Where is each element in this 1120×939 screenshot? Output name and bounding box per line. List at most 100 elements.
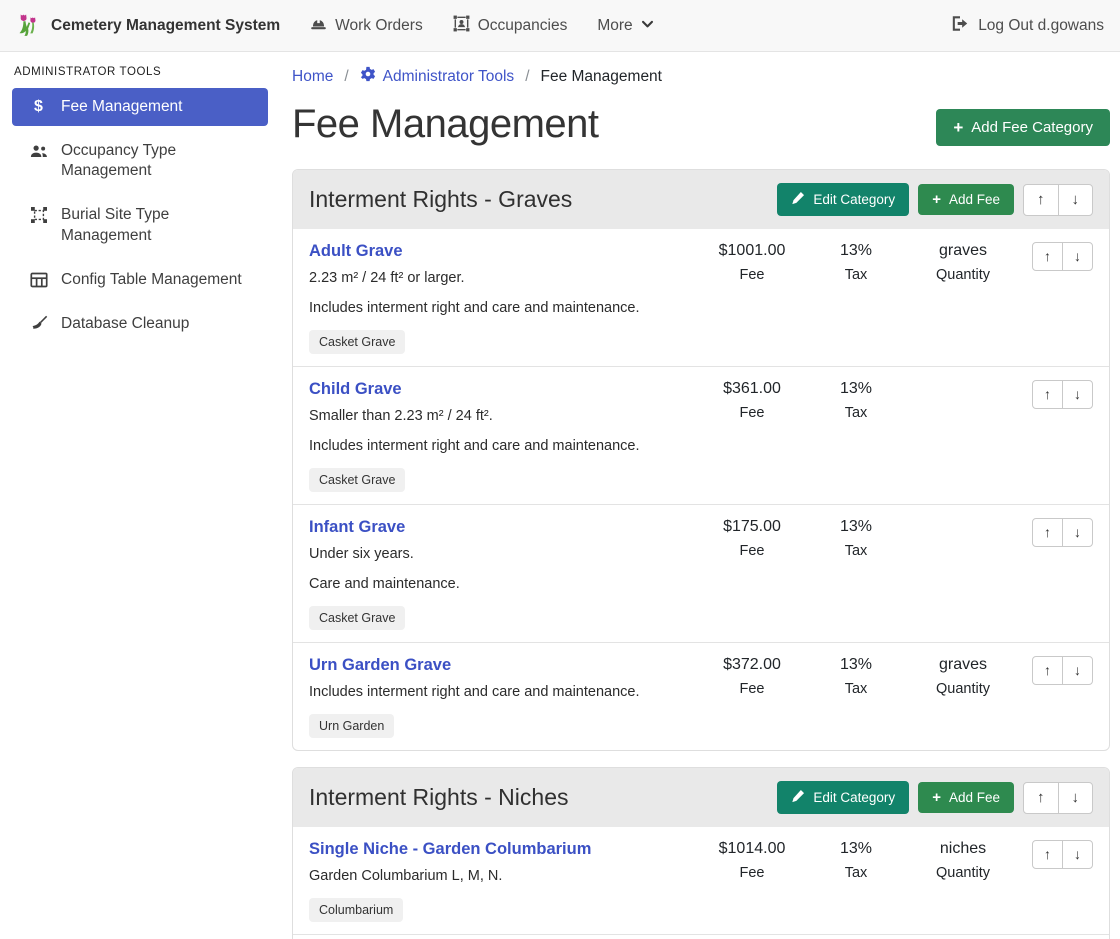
fee-name-link[interactable]: Urn Garden Grave bbox=[309, 656, 451, 675]
fee-amount-label: Fee bbox=[700, 681, 804, 697]
fee-main: Infant GraveUnder six years.Care and mai… bbox=[309, 518, 700, 630]
arrow-up-icon: ↑ bbox=[1037, 191, 1045, 209]
fee-tax-label: Tax bbox=[804, 543, 908, 559]
sidebar-item-burial-site-type-management[interactable]: Burial Site Type Management bbox=[12, 196, 268, 254]
arrow-up-icon: ↑ bbox=[1037, 789, 1045, 807]
fee-quantity-col: gravesQuantity bbox=[908, 656, 1018, 697]
fee-amount-col: $1001.00Fee bbox=[700, 242, 804, 283]
fee-row-child-grave: Child GraveSmaller than 2.23 m² / 24 ft²… bbox=[293, 367, 1109, 505]
pencil-icon bbox=[791, 191, 805, 208]
sidebar-item-label: Occupancy Type Management bbox=[61, 141, 260, 181]
move-fee-up-button[interactable]: ↑ bbox=[1032, 242, 1063, 271]
nav-occupancies[interactable]: Occupancies bbox=[453, 15, 568, 37]
fee-reorder-group: ↑↓ bbox=[1032, 518, 1093, 547]
move-fee-up-button[interactable]: ↑ bbox=[1032, 840, 1063, 869]
fee-amount-label: Fee bbox=[700, 267, 804, 283]
fee-quantity-value: niches bbox=[908, 840, 1018, 858]
edit-category-button[interactable]: Edit Category bbox=[777, 183, 909, 216]
nav-more[interactable]: More bbox=[597, 16, 653, 36]
fee-reorder-group: ↑↓ bbox=[1032, 242, 1093, 271]
users-icon bbox=[29, 142, 48, 160]
fee-description: Under six years. bbox=[309, 544, 692, 565]
fee-quantity-label: Quantity bbox=[908, 267, 1018, 283]
page-title: Fee Management bbox=[292, 101, 599, 147]
fee-tax-value: 13% bbox=[804, 380, 908, 398]
move-category-up-button[interactable]: ↑ bbox=[1023, 782, 1059, 814]
fee-type-badge: Columbarium bbox=[309, 898, 403, 922]
arrow-down-icon: ↓ bbox=[1074, 524, 1081, 541]
move-fee-down-button[interactable]: ↓ bbox=[1062, 518, 1093, 547]
app-title: Cemetery Management System bbox=[51, 17, 280, 35]
sidebar-item-label: Config Table Management bbox=[61, 270, 242, 290]
arrow-up-icon: ↑ bbox=[1044, 248, 1051, 265]
fee-description: Includes interment right and care and ma… bbox=[309, 436, 692, 457]
fee-category-card-interment-rights-graves: Interment Rights - GravesEdit Category+A… bbox=[292, 169, 1110, 751]
broom-icon bbox=[29, 315, 48, 333]
move-fee-down-button[interactable]: ↓ bbox=[1062, 380, 1093, 409]
fee-name-link[interactable]: Adult Grave bbox=[309, 242, 403, 261]
category-title: Interment Rights - Niches bbox=[309, 784, 568, 811]
logout-button[interactable]: Log Out d.gowans bbox=[951, 15, 1104, 37]
fee-category-card-interment-rights-niches: Interment Rights - Niches Edit Category +A… bbox=[292, 767, 1110, 939]
fee-tax-label: Tax bbox=[804, 865, 908, 881]
fee-row-infant-grave: Infant GraveUnder six years.Care and mai… bbox=[293, 505, 1109, 643]
fee-type-badge: Urn Garden bbox=[309, 714, 394, 738]
arrow-down-icon: ↓ bbox=[1072, 789, 1080, 807]
hard-hat-icon bbox=[310, 15, 327, 37]
fee-quantity-label: Quantity bbox=[908, 865, 1018, 881]
fee-name-link[interactable]: Child Grave bbox=[309, 380, 402, 399]
arrow-down-icon: ↓ bbox=[1074, 662, 1081, 679]
fee-reorder-group: ↑↓ bbox=[1032, 840, 1093, 869]
admin-sidebar: ADMINISTRATOR TOOLS $Fee ManagementOccup… bbox=[0, 52, 280, 939]
move-fee-up-button[interactable]: ↑ bbox=[1032, 518, 1063, 547]
fee-tax-label: Tax bbox=[804, 681, 908, 697]
edit-category-button[interactable]: Edit Category bbox=[777, 781, 909, 814]
arrow-down-icon: ↓ bbox=[1074, 846, 1081, 863]
move-fee-down-button[interactable]: ↓ bbox=[1062, 242, 1093, 271]
sign-out-icon bbox=[951, 15, 969, 37]
fee-amount-col: $361.00Fee bbox=[700, 380, 804, 421]
sidebar-item-database-cleanup[interactable]: Database Cleanup bbox=[12, 305, 268, 343]
category-actions: Edit Category +Add Fee ↑ ↓ bbox=[777, 781, 1093, 814]
add-fee-button[interactable]: +Add Fee bbox=[918, 184, 1014, 215]
fee-amount-label: Fee bbox=[700, 543, 804, 559]
add-fee-button[interactable]: +Add Fee bbox=[918, 782, 1014, 813]
app-window: Cemetery Management System Work Orders bbox=[0, 0, 1120, 939]
breadcrumb-current: Fee Management bbox=[541, 68, 663, 86]
move-category-down-button[interactable]: ↓ bbox=[1058, 184, 1094, 216]
fee-main: Adult Grave2.23 m² / 24 ft² or larger.In… bbox=[309, 242, 700, 354]
fee-quantity-value: graves bbox=[908, 656, 1018, 674]
sidebar-item-fee-management[interactable]: $Fee Management bbox=[12, 88, 268, 126]
fee-tax-col: 13% Tax bbox=[804, 656, 908, 697]
move-category-down-button[interactable]: ↓ bbox=[1058, 782, 1094, 814]
arrow-down-icon: ↓ bbox=[1074, 248, 1081, 265]
occupancies-icon bbox=[453, 15, 470, 37]
move-fee-down-button[interactable]: ↓ bbox=[1062, 840, 1093, 869]
fee-main: Single Niche - Garden ColumbariumGarden … bbox=[309, 840, 700, 922]
plus-icon: + bbox=[932, 192, 941, 207]
breadcrumb-home-link[interactable]: Home bbox=[292, 68, 333, 86]
fee-row-single-niche-garden-columbarium: Single Niche - Garden ColumbariumGarden … bbox=[293, 827, 1109, 935]
fee-name-link[interactable]: Single Niche - Garden Columbarium bbox=[309, 840, 591, 859]
sidebar-item-config-table-management[interactable]: Config Table Management bbox=[12, 261, 268, 299]
move-fee-down-button[interactable]: ↓ bbox=[1062, 656, 1093, 685]
breadcrumb: Home / Administrator Tools / Fee Managem… bbox=[292, 66, 1110, 87]
add-fee-category-button[interactable]: + Add Fee Category bbox=[936, 109, 1110, 146]
fee-name-link[interactable]: Infant Grave bbox=[309, 518, 405, 537]
plus-icon: + bbox=[953, 119, 963, 136]
nav-work-orders[interactable]: Work Orders bbox=[310, 15, 423, 37]
fee-tax-value: 13% bbox=[804, 656, 908, 674]
fee-type-badge: Casket Grave bbox=[309, 606, 405, 630]
arrow-down-icon: ↓ bbox=[1072, 191, 1080, 209]
category-actions: Edit Category +Add Fee ↑ ↓ bbox=[777, 183, 1093, 216]
sidebar-item-occupancy-type-management[interactable]: Occupancy Type Management bbox=[12, 132, 268, 190]
brand[interactable]: Cemetery Management System bbox=[16, 12, 280, 40]
fee-type-badge: Casket Grave bbox=[309, 330, 405, 354]
move-fee-up-button[interactable]: ↑ bbox=[1032, 656, 1063, 685]
fee-amount-value: $1014.00 bbox=[700, 840, 804, 858]
sidebar-item-label: Burial Site Type Management bbox=[61, 205, 260, 245]
move-category-up-button[interactable]: ↑ bbox=[1023, 184, 1059, 216]
move-fee-up-button[interactable]: ↑ bbox=[1032, 380, 1063, 409]
breadcrumb-admin-tools-link[interactable]: Administrator Tools bbox=[360, 66, 515, 87]
fee-amount-value: $361.00 bbox=[700, 380, 804, 398]
